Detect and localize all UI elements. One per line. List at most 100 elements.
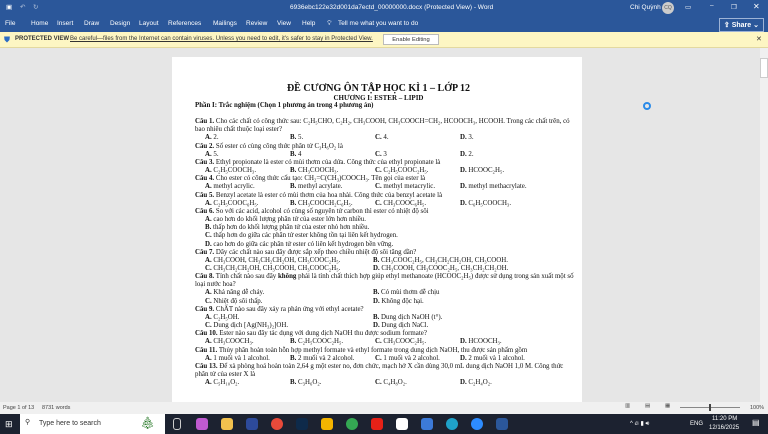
tab-insert[interactable]: Insert (57, 20, 73, 27)
answer-option: A. 5. (205, 150, 219, 158)
tell-me-search[interactable]: Tell me what you want to do (338, 20, 418, 27)
answer-option: D. HCOOC₂H₅. (460, 167, 505, 175)
photoshop-icon[interactable] (296, 418, 308, 430)
tab-help[interactable]: Help (302, 20, 315, 27)
messenger-icon[interactable] (396, 418, 408, 430)
answer-option: D. cao hơn do giữa các phân tử ester có … (205, 240, 394, 248)
word-icon[interactable] (496, 418, 508, 430)
answer-option: B. 2 muối và 2 alcohol. (290, 354, 355, 362)
answer-option: D. CH₃COOH, CH₃COOC₂H₅, CH₃CH₂CH₂OH. (373, 264, 509, 272)
taskbar-search[interactable]: ⚲ Type here to search 🎄︎ (20, 414, 165, 434)
tab-file[interactable]: File (5, 20, 15, 27)
answer-option: D. 2 muối và 1 alcohol. (460, 354, 525, 362)
question-label: Câu 2. (195, 142, 215, 150)
window-title: 6936ebc122e32d001da7ectd_00000000.docx (… (290, 4, 494, 11)
task-view-icon[interactable] (173, 418, 181, 430)
zoom-thumb[interactable] (709, 404, 711, 411)
star-app-icon[interactable] (246, 418, 258, 430)
doc-part: Phần I: Trắc nghiệm (Chọn 1 phương án tr… (195, 102, 374, 109)
answer-option: B. C₃H₆O₂. (290, 379, 322, 387)
clock-date[interactable]: 12/16/2025 (709, 425, 739, 431)
protected-view-message[interactable]: Be careful—files from the Internet can c… (70, 36, 373, 42)
web-layout-icon[interactable]: ▦ (665, 403, 670, 409)
google-ads-icon[interactable] (321, 418, 333, 430)
edge-icon[interactable] (446, 418, 458, 430)
tab-draw[interactable]: Draw (84, 20, 99, 27)
answer-option: B. CH₃COOCH₂C₆H₅. (290, 199, 353, 207)
answer-options: A. C₅H₁₀O₂. B. C₃H₆O₂. C. C₄H₈O₂. D. C₂H₄O₂… (195, 379, 582, 387)
youtube-icon[interactable] (371, 418, 383, 430)
tab-view[interactable]: View (277, 20, 291, 27)
zoom-level[interactable]: 100% (750, 405, 764, 411)
language[interactable]: ENG (690, 421, 703, 427)
app-icon[interactable] (421, 418, 433, 430)
question: Câu 13. Để xà phòng hoá hoàn toàn 2,64 g… (195, 363, 575, 379)
question-text: Thủy phân hoàn toàn hỗn hợp methyl forma… (218, 346, 528, 354)
file-explorer-icon[interactable] (221, 418, 233, 430)
restore-button[interactable]: ❐ (731, 3, 737, 11)
question: Câu 9. ChẤT nào sau đây xảy ra phản ứng … (195, 306, 575, 314)
undo-icon[interactable]: ↶ (20, 3, 25, 11)
answer-option: C. C₂H₅COOC₂H₅. (375, 167, 429, 175)
question-text: Tính chất nào sau đây (215, 273, 277, 281)
chrome-profile-icon[interactable] (346, 418, 358, 430)
tab-home[interactable]: Home (31, 20, 48, 27)
question: Câu 8. Tính chất nào sau đây không phải … (195, 273, 575, 289)
question-emphasis: không (277, 273, 297, 281)
answer-option: C. Nhiệt độ sôi thấp. (205, 297, 263, 305)
answer-option: B. thấp hơn do khối lượng phân tử của es… (205, 224, 370, 232)
question-text: Số ester có cùng công thức phân tử C₃H₆O… (215, 142, 343, 150)
question-label: Câu 9. (195, 305, 215, 313)
page-count[interactable]: Page 1 of 13 (3, 405, 34, 411)
tray-icons[interactable]: ^ 🔥︎ ▮ 🔊︎ (630, 420, 649, 428)
close-button[interactable]: ✕ (753, 2, 760, 11)
vertical-scrollbar[interactable] (760, 48, 768, 402)
tree-icon: 🎄︎ (140, 416, 156, 430)
enable-editing-button[interactable]: Enable Editing (383, 34, 439, 45)
notification-icon[interactable]: ▤ (752, 418, 760, 427)
ribbon-display-icon[interactable]: ▭ (685, 3, 691, 11)
tab-layout[interactable]: Layout (139, 20, 159, 27)
tab-mailings[interactable]: Mailings (213, 20, 237, 27)
tab-design[interactable]: Design (110, 20, 130, 27)
avatar[interactable]: CQ (662, 2, 674, 14)
question-label: Câu 11. (195, 346, 218, 354)
question: Câu 5. Benzyl acetate là ester có mùi th… (195, 192, 575, 200)
save-icon[interactable]: ▣ (6, 3, 12, 11)
copilot-icon[interactable] (196, 418, 208, 430)
search-placeholder: Type here to search (39, 420, 101, 427)
answer-option: A. C₂H₅OH. (205, 313, 240, 321)
search-icon: ⚲ (25, 419, 31, 426)
answer-option: A. CH₃COOH, CH₃CH₂CH₂OH, CH₃COOC₂H₅. (205, 256, 341, 264)
answer-option: D. Dung dịch NaCl. (373, 322, 429, 330)
minimize-button[interactable]: – (710, 2, 714, 9)
answer-option: B. 4 (290, 150, 302, 158)
close-bar-icon[interactable]: ✕ (756, 35, 762, 43)
answer-option: C. Dung dịch [Ag(NH₃)₂]OH. (205, 322, 289, 330)
tab-references[interactable]: References (168, 20, 201, 27)
answer-option: A. methyl acrylic. (205, 183, 255, 191)
tab-review[interactable]: Review (246, 20, 267, 27)
question: Câu 2. Số ester có cùng công thức phân t… (195, 143, 575, 151)
word-count[interactable]: 8731 words (42, 405, 70, 411)
answer-option: C. CH₃COOC₆H₅. (375, 199, 427, 207)
share-button[interactable]: ⇪ Share ⌄ (718, 18, 764, 32)
document-page[interactable]: ĐỀ CƯƠNG ÔN TẬP HỌC KÌ 1 – LỚP 12 CHƯƠNG… (172, 57, 582, 402)
answer-options: A. CH₃COOH, CH₃CH₂CH₂OH, CH₃COOC₂H₅. B. C… (195, 257, 582, 273)
zoom-app-icon[interactable] (471, 418, 483, 430)
chrome-icon[interactable] (271, 418, 283, 430)
question-label: Câu 1. (195, 118, 215, 126)
question: Câu 1. Cho các chất có công thức sau: C₂… (195, 118, 575, 134)
print-layout-icon[interactable]: ▤ (645, 403, 650, 409)
read-mode-icon[interactable]: ▥ (625, 403, 630, 409)
answer-option: C. thấp hơn do giữa các phân tử ester kh… (205, 232, 398, 240)
doc-title: ĐỀ CƯƠNG ÔN TẬP HỌC KÌ 1 – LỚP 12 (286, 83, 471, 94)
answer-option: B. C₂H₅COOC₂H₅. (290, 338, 344, 346)
answer-option: A. Khả năng dễ chảy. (205, 289, 265, 297)
redo-icon[interactable]: ↻ (33, 3, 38, 11)
answer-option: A. cao hơn do khối lượng phân tử của est… (205, 216, 366, 224)
user-name: Chi Quỳnh (630, 4, 661, 11)
windows-start-icon[interactable]: ⊞ (5, 419, 13, 430)
clock-time[interactable]: 11:20 PM (712, 416, 737, 422)
answer-option: A. 1 muối và 1 alcohol. (205, 354, 270, 362)
